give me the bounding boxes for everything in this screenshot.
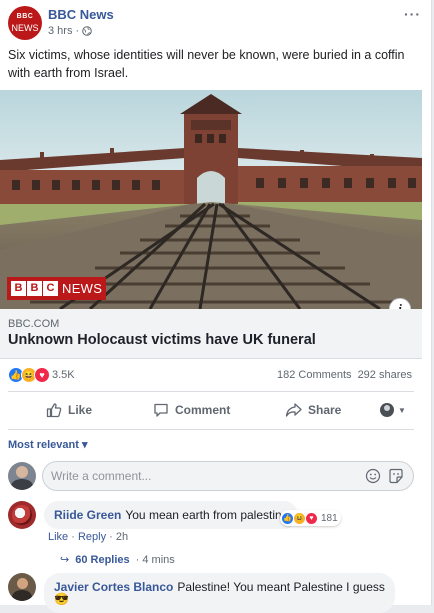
post-time[interactable]: 3 hrs — [48, 25, 72, 37]
comment-reply-link[interactable]: Reply — [78, 531, 106, 543]
post-text: Six victims, whose identities will never… — [8, 48, 405, 80]
comment-reactions[interactable]: 👍 😆 ♥ 181 — [280, 510, 341, 526]
replies-count: 60 Replies — [75, 553, 130, 566]
bbc-news-logo: B B C NEWS — [7, 277, 107, 300]
comment-like-link[interactable]: Like — [48, 531, 68, 543]
bbc-logo-block: B — [27, 281, 42, 296]
reaction-count[interactable]: 3.5K — [52, 369, 75, 381]
share-arrow-icon — [285, 403, 302, 417]
bbc-logo-block: B — [11, 281, 26, 296]
reaction-icons[interactable]: 👍 😆 ♥ — [8, 367, 50, 383]
replies-row: ↪ 60 Replies · 4 mins — [8, 553, 414, 567]
comment-text: Palestine! You meant Palestine I guess — [177, 580, 385, 594]
chevron-down-icon: ▼ — [398, 405, 406, 415]
like-label: Like — [68, 403, 93, 417]
post-card: BBC NEWS BBC News 3 hrs · ··· Six victim… — [0, 0, 432, 613]
comment-input[interactable] — [42, 461, 414, 491]
divider — [8, 391, 414, 392]
share-button[interactable]: Share — [285, 395, 341, 425]
thumbs-up-icon — [46, 403, 62, 418]
avatar — [380, 403, 394, 417]
avatar[interactable] — [8, 573, 36, 601]
avatar[interactable] — [8, 462, 36, 490]
post-stats: 182 Comments 292 shares — [277, 369, 412, 381]
comment-bubble: Javier Cortes Blanco Palestine! You meant… — [44, 573, 395, 613]
separator: · — [106, 531, 116, 543]
post-header: BBC NEWS BBC News 3 hrs · ··· — [8, 6, 423, 40]
comment-sort-dropdown[interactable]: Most relevant ▾ — [8, 438, 88, 451]
comment-composer — [8, 461, 414, 493]
comment-item: Javier Cortes Blanco Palestine! You meant… — [8, 573, 414, 613]
separator: · — [68, 531, 78, 543]
replies-time: · 4 mins — [135, 553, 175, 566]
comment-button[interactable]: Comment — [153, 395, 230, 425]
reactions-summary: 👍 😆 ♥ 3.5K 182 Comments 292 shares — [8, 367, 414, 385]
share-label: Share — [308, 403, 342, 417]
comment-actions: Like · Reply · 2h — [48, 531, 128, 543]
page-avatar[interactable]: BBC NEWS — [8, 6, 42, 40]
page-name-link[interactable]: BBC News — [48, 7, 114, 22]
globe-icon[interactable] — [82, 26, 92, 36]
emoji-icon[interactable] — [365, 468, 381, 484]
bbc-logo-block: C — [43, 281, 58, 296]
commenter-name[interactable]: Javier Cortes Blanco — [54, 580, 173, 594]
avatar-logo-bbc: BBC — [16, 13, 34, 20]
view-replies-link[interactable]: ↪ 60 Replies · 4 mins — [60, 553, 175, 567]
link-caption[interactable]: BBC.COM Unknown Holocaust victims have U… — [0, 309, 422, 359]
post-actions: Like Comment Share ▼ — [8, 395, 414, 425]
comment-bubble: Riide Green You mean earth from palestine — [44, 501, 299, 529]
link-domain: BBC.COM — [8, 318, 60, 330]
comment-time[interactable]: 2h — [116, 531, 128, 543]
divider — [8, 429, 414, 430]
love-icon: ♥ — [305, 511, 318, 525]
avatar[interactable] — [8, 501, 36, 529]
audience-selector[interactable]: ▼ — [380, 395, 406, 425]
comment-text: You mean earth from palestine — [125, 508, 289, 522]
speech-bubble-icon — [154, 403, 168, 417]
post-meta: 3 hrs · — [48, 25, 92, 37]
sticker-icon[interactable] — [388, 468, 404, 484]
like-button[interactable]: Like — [46, 395, 92, 425]
meta-separator: · — [75, 25, 80, 37]
comment-item: Riide Green You mean earth from palestine… — [8, 501, 414, 543]
reply-arrow-icon: ↪ — [60, 554, 70, 566]
avatar-logo-news: NEWS — [11, 23, 39, 33]
more-options-icon[interactable]: ··· — [404, 6, 421, 22]
shares-count-link[interactable]: 292 shares — [358, 369, 412, 381]
love-icon: ♥ — [34, 367, 50, 383]
comments-count-link[interactable]: 182 Comments — [277, 369, 352, 381]
comment-label: Comment — [175, 403, 231, 417]
comment-reaction-count: 181 — [321, 512, 338, 524]
link-title[interactable]: Unknown Holocaust victims have UK funera… — [8, 332, 316, 348]
bbc-logo-news: NEWS — [62, 281, 103, 296]
commenter-name[interactable]: Riide Green — [54, 508, 121, 522]
